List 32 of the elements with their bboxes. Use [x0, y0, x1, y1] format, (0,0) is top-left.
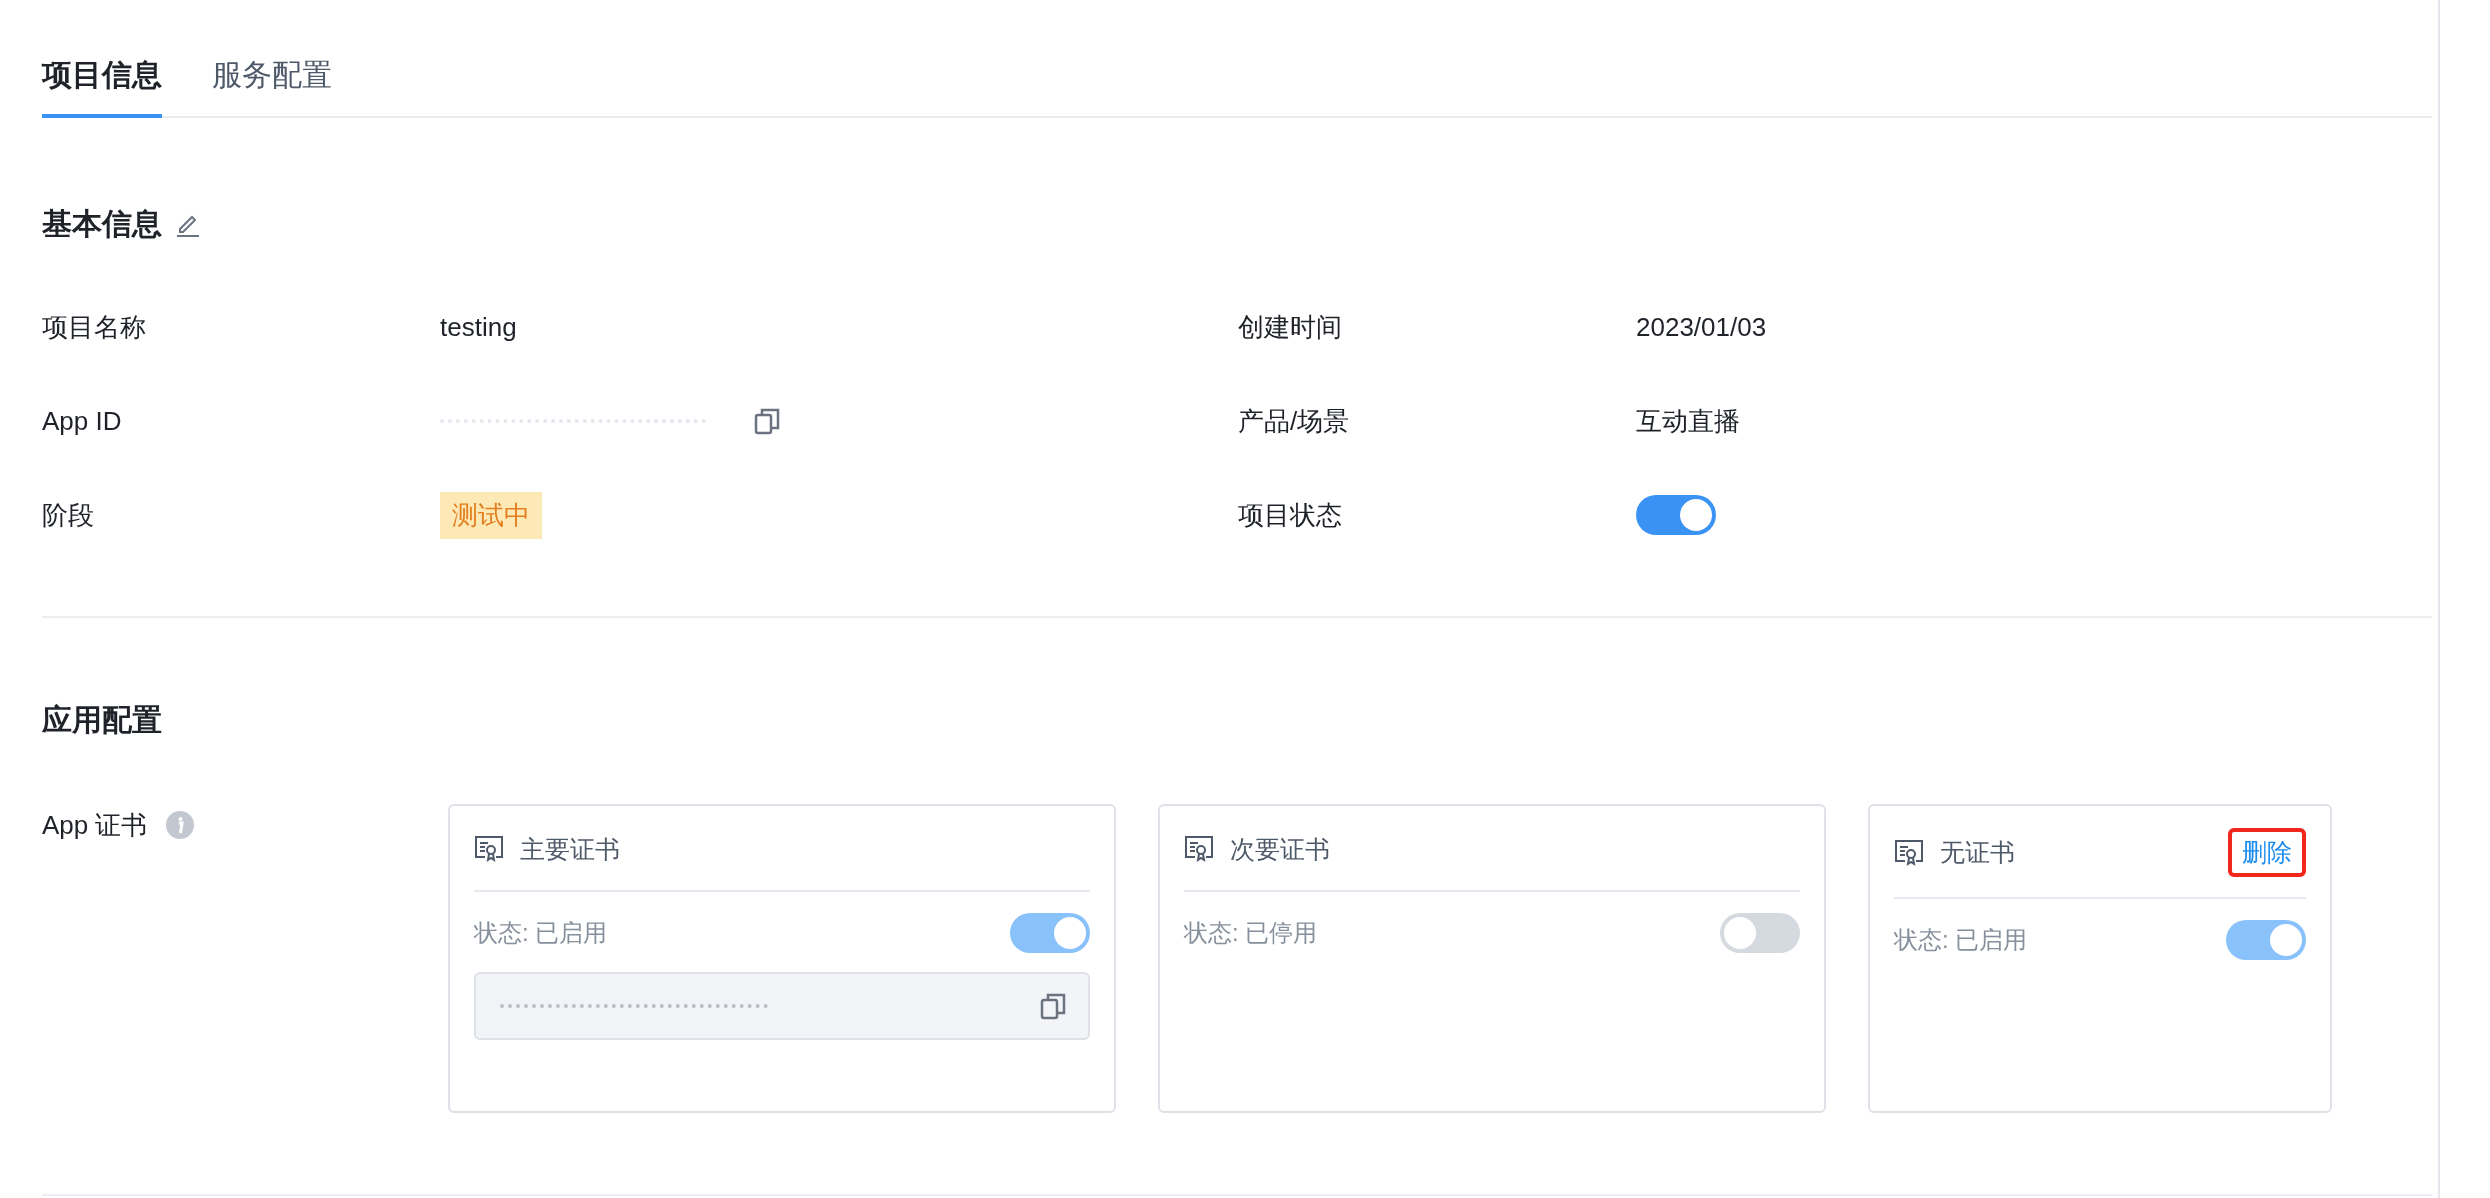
- field-label: 项目状态: [1238, 498, 1343, 532]
- status-text: 状态: 已停用: [1184, 918, 1318, 948]
- certificate-icon: [1894, 838, 1924, 867]
- field-value: testing: [440, 311, 517, 343]
- stage-tag: 测试中: [440, 491, 542, 539]
- copy-icon[interactable]: [1040, 992, 1066, 1020]
- toggle-switch[interactable]: [1010, 913, 1090, 953]
- field-label: 产品/场景: [1238, 404, 1351, 438]
- tab[interactable]: 服务配置: [212, 0, 332, 118]
- info-icon[interactable]: [165, 811, 194, 839]
- status-text: 状态: 已启用: [474, 918, 608, 948]
- section-title: 基本信息: [42, 206, 162, 242]
- card-title: 主要证书: [520, 833, 621, 865]
- field-label: 项目名称: [42, 310, 147, 344]
- tab[interactable]: 项目信息: [42, 0, 162, 118]
- delete-link[interactable]: 删除: [2228, 828, 2306, 877]
- copy-icon[interactable]: [754, 407, 780, 435]
- field-label: 阶段: [42, 498, 95, 532]
- field-value: 2023/01/03: [1636, 311, 1767, 343]
- field-label: App 证书: [42, 808, 148, 842]
- certificate-icon: [1184, 835, 1214, 863]
- certificate-icon: [474, 835, 504, 863]
- card-title: 无证书: [1940, 837, 2016, 868]
- toggle-switch[interactable]: [1720, 913, 1800, 953]
- toggle-switch[interactable]: [1636, 495, 1716, 535]
- field-label: App ID: [42, 405, 123, 437]
- card-title: 次要证书: [1230, 833, 1331, 865]
- status-text: 状态: 已启用: [1894, 925, 2028, 955]
- field-label: 创建时间: [1238, 310, 1343, 344]
- section-title: 应用配置: [42, 702, 162, 738]
- toggle-switch[interactable]: [2226, 920, 2306, 960]
- field-value: 互动直播: [1636, 404, 1740, 438]
